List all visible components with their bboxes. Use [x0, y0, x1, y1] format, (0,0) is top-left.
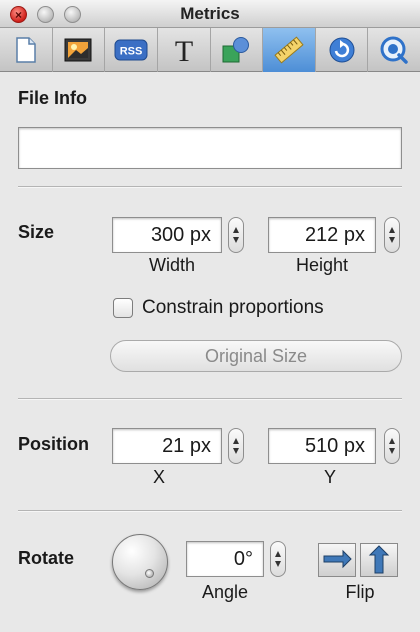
flip-horizontal-button[interactable]	[318, 543, 356, 577]
angle-caption: Angle	[201, 582, 249, 602]
divider	[18, 186, 402, 188]
document-icon	[16, 37, 36, 63]
stepper-up-icon	[389, 438, 395, 444]
y-stepper[interactable]	[384, 428, 400, 464]
tab-shapes[interactable]	[211, 28, 264, 72]
height-field[interactable]: 212 px	[268, 217, 376, 253]
window-title: Metrics	[180, 4, 240, 23]
quicktime-icon	[380, 36, 408, 64]
rss-icon: RSS	[114, 39, 148, 61]
x-caption: X	[152, 467, 165, 487]
width-field[interactable]: 300 px	[112, 217, 222, 253]
stepper-down-icon	[233, 237, 239, 243]
stepper-up-icon	[233, 438, 239, 444]
tab-quicktime[interactable]	[368, 28, 420, 72]
stepper-down-icon	[275, 561, 281, 567]
refresh-icon	[329, 37, 355, 63]
file-info-label: File Info	[18, 88, 87, 108]
stepper-up-icon	[389, 227, 395, 233]
y-field[interactable]: 510 px	[268, 428, 376, 464]
flip-vertical-button[interactable]	[360, 543, 398, 577]
angle-field[interactable]: 0°	[186, 541, 264, 577]
angle-stepper[interactable]	[270, 541, 286, 577]
stepper-down-icon	[389, 448, 395, 454]
original-size-button[interactable]: Original Size	[110, 340, 402, 372]
text-icon: T	[175, 35, 193, 65]
shapes-icon	[222, 37, 250, 63]
svg-text:RSS: RSS	[120, 46, 143, 58]
height-stepper[interactable]	[384, 217, 400, 253]
tab-graphic[interactable]	[53, 28, 106, 72]
svg-text:T: T	[175, 35, 193, 65]
flip-horizontal-icon	[323, 549, 352, 569]
width-stepper[interactable]	[228, 217, 244, 253]
divider	[18, 510, 402, 512]
x-field[interactable]: 21 px	[112, 428, 222, 464]
tab-refresh[interactable]	[316, 28, 369, 72]
tab-text[interactable]: T	[158, 28, 211, 72]
inspector-toolbar: RSS T	[0, 28, 420, 72]
rotation-knob[interactable]	[112, 534, 168, 590]
photo-icon	[64, 38, 92, 62]
tab-metrics[interactable]	[263, 28, 316, 72]
stepper-up-icon	[275, 551, 281, 557]
title-bar: × Metrics	[0, 0, 420, 28]
knob-indicator	[145, 569, 154, 578]
stepper-down-icon	[233, 448, 239, 454]
y-caption: Y	[323, 467, 336, 487]
stepper-down-icon	[389, 237, 395, 243]
constrain-proportions-checkbox[interactable]	[113, 298, 133, 318]
divider	[18, 398, 402, 400]
flip-vertical-icon	[368, 545, 390, 574]
constrain-proportions-label: Constrain proportions	[142, 297, 324, 318]
width-caption: Width	[148, 255, 195, 275]
rotate-label: Rotate	[18, 548, 75, 568]
ruler-icon	[274, 36, 304, 64]
tab-document[interactable]	[0, 28, 53, 72]
height-caption: Height	[295, 255, 349, 275]
flip-caption: Flip	[345, 582, 375, 602]
tab-rss[interactable]: RSS	[105, 28, 158, 72]
x-stepper[interactable]	[228, 428, 244, 464]
size-label: Size	[18, 222, 55, 242]
file-info-field[interactable]	[18, 127, 402, 169]
stepper-up-icon	[233, 227, 239, 233]
position-label: Position	[18, 434, 89, 454]
